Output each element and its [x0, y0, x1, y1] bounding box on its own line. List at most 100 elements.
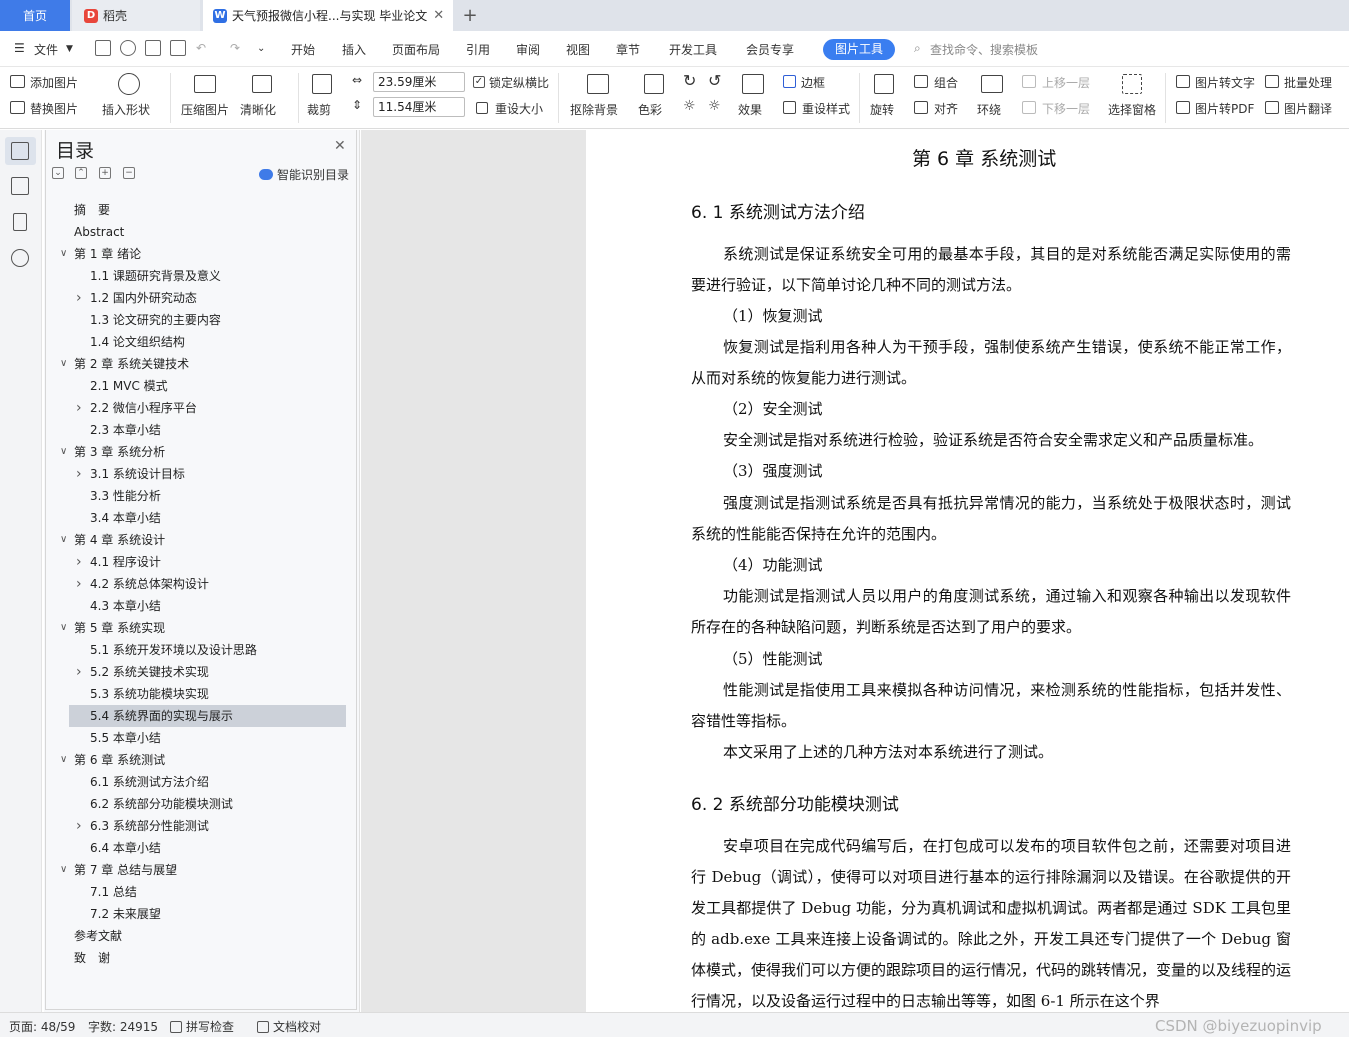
toc-item[interactable]: 6.2 系统部分功能模块测试 [44, 793, 356, 815]
align-button[interactable]: 对齐 [934, 100, 958, 117]
toc-item[interactable]: ∨ 第 5 章 系统实现 [44, 617, 356, 639]
toc-item[interactable]: ∨ 第 6 章 系统测试 [44, 749, 356, 771]
insert-shape-button[interactable]: 插入形状 [102, 101, 150, 118]
toc-item[interactable]: ∨ 第 3 章 系统分析 [44, 441, 356, 463]
undo-icon[interactable]: ↶ [196, 41, 206, 55]
menu-member[interactable]: 会员专享 [746, 41, 794, 58]
toc-item[interactable]: 2.1 MVC 模式 [44, 375, 356, 397]
hamburger-icon[interactable]: ☰ [14, 41, 25, 55]
toc-item[interactable]: 7.2 未来展望 [44, 903, 356, 925]
width-field[interactable]: 23.59厘米 [373, 72, 465, 92]
expand-all-icon[interactable]: ⌃ [75, 167, 87, 179]
rotate-left-icon[interactable]: ↻ [683, 71, 696, 90]
chevron-right-icon[interactable]: › [76, 815, 82, 837]
toc-item[interactable]: 3.3 性能分析 [44, 485, 356, 507]
toc-item[interactable]: › 6.3 系统部分性能测试 [44, 815, 356, 837]
menu-view[interactable]: 视图 [566, 41, 590, 58]
remove-background-button[interactable]: 抠除背景 [570, 101, 618, 118]
toc-item[interactable]: 参考文献 [44, 925, 356, 947]
image-translate-button[interactable]: 图片翻译 [1284, 100, 1332, 117]
chevron-right-icon[interactable]: › [76, 397, 82, 419]
select-pane-button[interactable]: 选择窗格 [1108, 101, 1156, 118]
toc-item[interactable]: 致 谢 [44, 947, 356, 969]
menu-review[interactable]: 审阅 [516, 41, 540, 58]
close-tab-icon[interactable]: ✕ [433, 8, 444, 23]
smart-toc-button[interactable]: 智能识别目录 [259, 166, 349, 183]
reset-size-button[interactable]: 重设大小 [495, 100, 543, 117]
close-icon[interactable]: ✕ [334, 138, 346, 154]
menu-picture-tools[interactable]: 图片工具 [823, 39, 895, 60]
chevron-right-icon[interactable]: › [76, 551, 82, 573]
rotate-right-icon[interactable]: ↺ [708, 71, 721, 90]
new-tab-button[interactable]: + [458, 0, 482, 31]
toc-item[interactable]: › 1.2 国内外研究动态 [44, 287, 356, 309]
chevron-down-icon[interactable]: ∨ [60, 859, 67, 881]
chevron-down-icon[interactable]: ∨ [60, 243, 67, 265]
save-icon[interactable] [95, 40, 111, 56]
chevron-right-icon[interactable]: › [76, 573, 82, 595]
group-button[interactable]: 组合 [934, 74, 958, 91]
toc-item[interactable]: 4.3 本章小结 [44, 595, 356, 617]
rotate-button[interactable]: 旋转 [870, 101, 894, 118]
customize-dropdown-icon[interactable]: ⌄ [257, 43, 265, 54]
menu-references[interactable]: 引用 [466, 41, 490, 58]
compress-image-button[interactable]: 压缩图片 [181, 101, 229, 118]
lock-ratio-checkbox[interactable]: ✓ [473, 76, 485, 88]
replace-image-button[interactable]: 替换图片 [30, 100, 78, 117]
bring-forward-button[interactable]: 上移一层 [1042, 74, 1090, 91]
height-field[interactable]: 11.54厘米 [373, 97, 465, 117]
sharpen-button[interactable]: 清晰化 [240, 101, 276, 118]
print-icon[interactable] [145, 40, 161, 56]
chevron-down-icon[interactable]: ∨ [60, 353, 67, 375]
toc-item[interactable]: ∨ 第 4 章 系统设计 [44, 529, 356, 551]
page-indicator[interactable]: 页面: 48/59 [9, 1018, 75, 1035]
crop-button[interactable]: 裁剪 [307, 101, 331, 118]
toc-item[interactable]: 3.4 本章小结 [44, 507, 356, 529]
border-button[interactable]: 边框 [801, 74, 825, 91]
toc-item[interactable]: 6.4 本章小结 [44, 837, 356, 859]
menu-start[interactable]: 开始 [291, 41, 315, 58]
spell-check-button[interactable]: 拼写检查 [170, 1018, 234, 1035]
toc-item[interactable]: › 5.2 系统关键技术实现 [44, 661, 356, 683]
print-preview-icon[interactable] [170, 40, 186, 56]
toc-item[interactable]: 摘 要 [44, 199, 356, 221]
search-icon[interactable] [11, 249, 29, 267]
toc-item[interactable]: 7.1 总结 [44, 881, 356, 903]
send-backward-button[interactable]: 下移一层 [1042, 100, 1090, 117]
toc-item[interactable]: 5.3 系统功能模块实现 [44, 683, 356, 705]
export-icon[interactable] [120, 40, 136, 56]
chevron-right-icon[interactable]: › [76, 287, 82, 309]
collapse-all-icon[interactable]: ⌄ [52, 167, 64, 179]
toc-item[interactable]: 1.3 论文研究的主要内容 [44, 309, 356, 331]
chevron-right-icon[interactable]: › [76, 463, 82, 485]
toc-item[interactable]: › 4.1 程序设计 [44, 551, 356, 573]
chevron-down-icon[interactable]: ∨ [60, 749, 67, 771]
reset-style-button[interactable]: 重设样式 [802, 100, 850, 117]
chevron-down-icon[interactable]: ∨ [60, 617, 67, 639]
toc-item[interactable]: 5.5 本章小结 [44, 727, 356, 749]
wrap-button[interactable]: 环绕 [977, 101, 1001, 118]
menu-insert[interactable]: 插入 [342, 41, 366, 58]
menu-layout[interactable]: 页面布局 [392, 41, 440, 58]
tab-document[interactable]: W 天气预报微信小程...与实现 毕业论文 ✕ [203, 0, 453, 31]
contrast-icon[interactable]: ☼ [708, 98, 721, 114]
bookmark-icon[interactable] [13, 213, 27, 231]
tab-daoke[interactable]: D 稻壳 [72, 0, 200, 31]
toc-item[interactable]: ∨ 第 2 章 系统关键技术 [44, 353, 356, 375]
toc-item[interactable]: 2.3 本章小结 [44, 419, 356, 441]
remove-heading-icon[interactable]: − [123, 167, 135, 179]
image-to-text-button[interactable]: 图片转文字 [1195, 74, 1255, 91]
tab-home[interactable]: 首页 [0, 0, 70, 31]
toc-item[interactable]: 1.1 课题研究背景及意义 [44, 265, 356, 287]
image-to-pdf-button[interactable]: 图片转PDF [1195, 100, 1254, 117]
toc-item[interactable]: 5.4 系统界面的实现与展示 [69, 705, 346, 727]
toc-item[interactable]: 6.1 系统测试方法介绍 [44, 771, 356, 793]
toc-icon[interactable] [11, 142, 29, 160]
color-button[interactable]: 色彩 [638, 101, 662, 118]
toc-item[interactable]: 1.4 论文组织结构 [44, 331, 356, 353]
redo-icon[interactable]: ↷ [230, 41, 240, 55]
menu-file[interactable]: 文件 [34, 41, 58, 58]
chevron-down-icon[interactable]: ∨ [60, 529, 67, 551]
menu-developer[interactable]: 开发工具 [669, 41, 717, 58]
add-image-button[interactable]: 添加图片 [30, 74, 78, 91]
